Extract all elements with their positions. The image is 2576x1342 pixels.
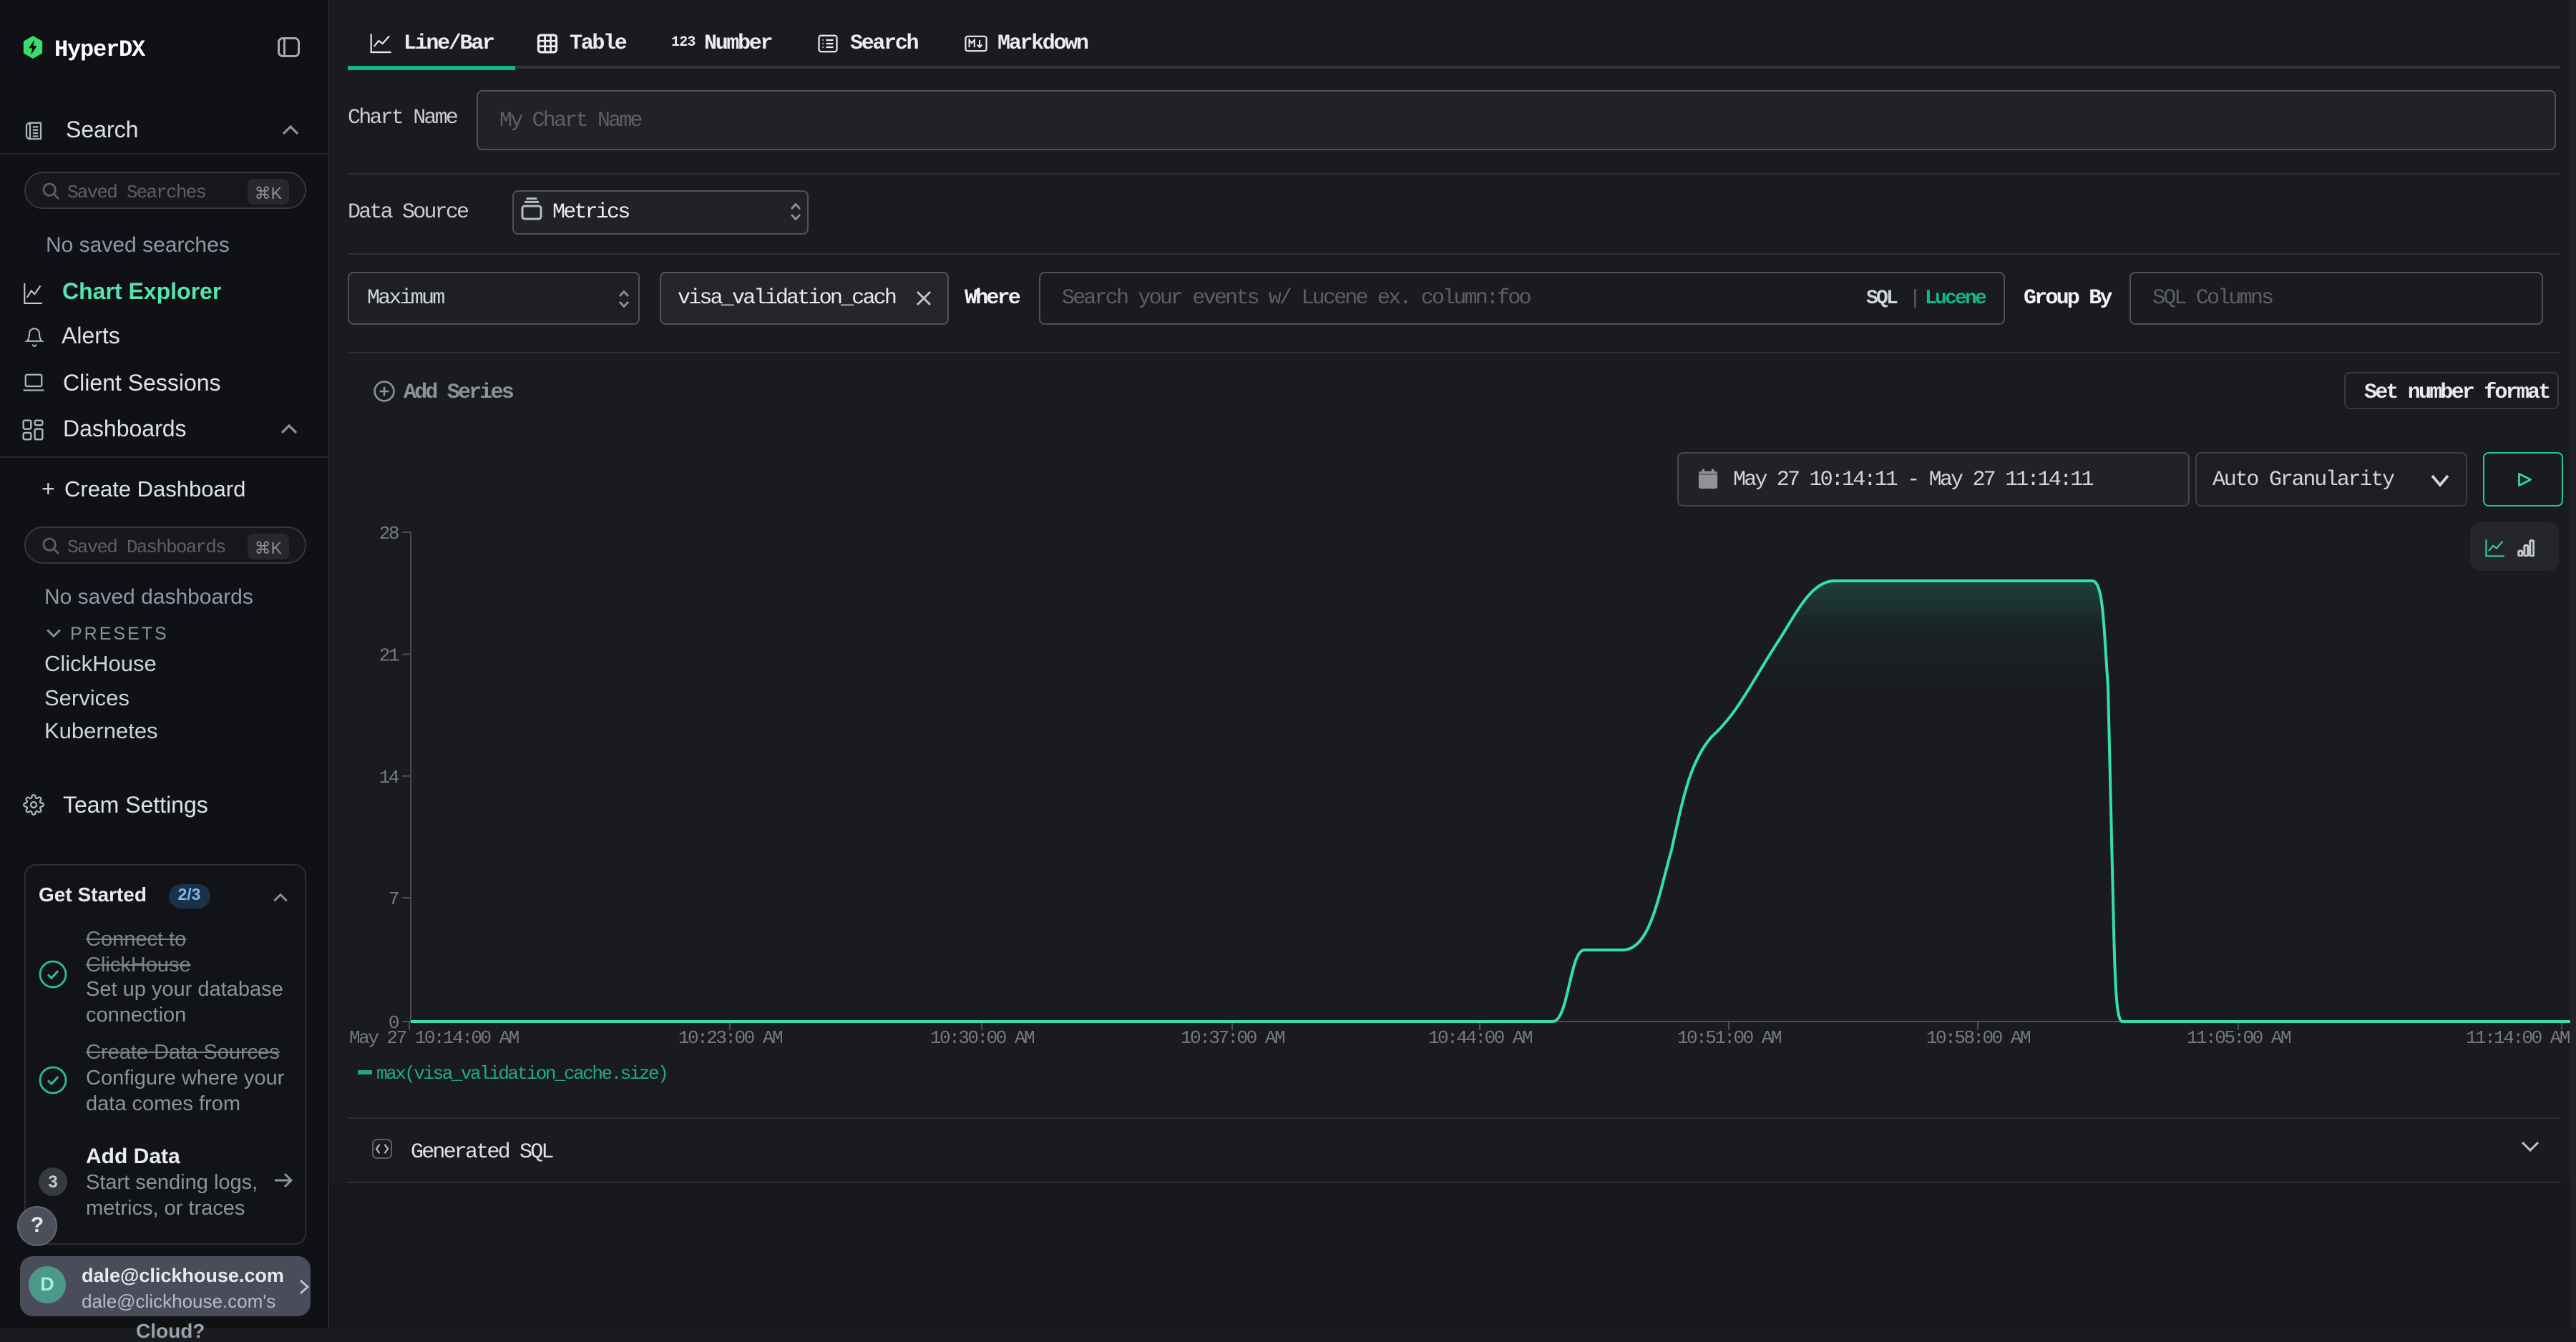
svg-text:7: 7 <box>389 888 399 910</box>
svg-text:21: 21 <box>379 645 399 667</box>
svg-text:10:23:00 AM: 10:23:00 AM <box>678 1027 782 1047</box>
svg-text:10:30:00 AM: 10:30:00 AM <box>930 1027 1034 1047</box>
svg-text:10:58:00 AM: 10:58:00 AM <box>1926 1027 2030 1047</box>
svg-text:28: 28 <box>379 523 399 544</box>
svg-text:10:44:00 AM: 10:44:00 AM <box>1428 1027 1532 1047</box>
svg-text:May 27 10:14:00 AM: May 27 10:14:00 AM <box>349 1027 519 1047</box>
svg-text:14: 14 <box>379 767 399 788</box>
svg-text:10:37:00 AM: 10:37:00 AM <box>1181 1027 1284 1047</box>
svg-text:11:14:00 AM: 11:14:00 AM <box>2466 1027 2570 1047</box>
svg-text:11:05:00 AM: 11:05:00 AM <box>2187 1027 2290 1047</box>
svg-text:10:51:00 AM: 10:51:00 AM <box>1677 1027 1781 1047</box>
